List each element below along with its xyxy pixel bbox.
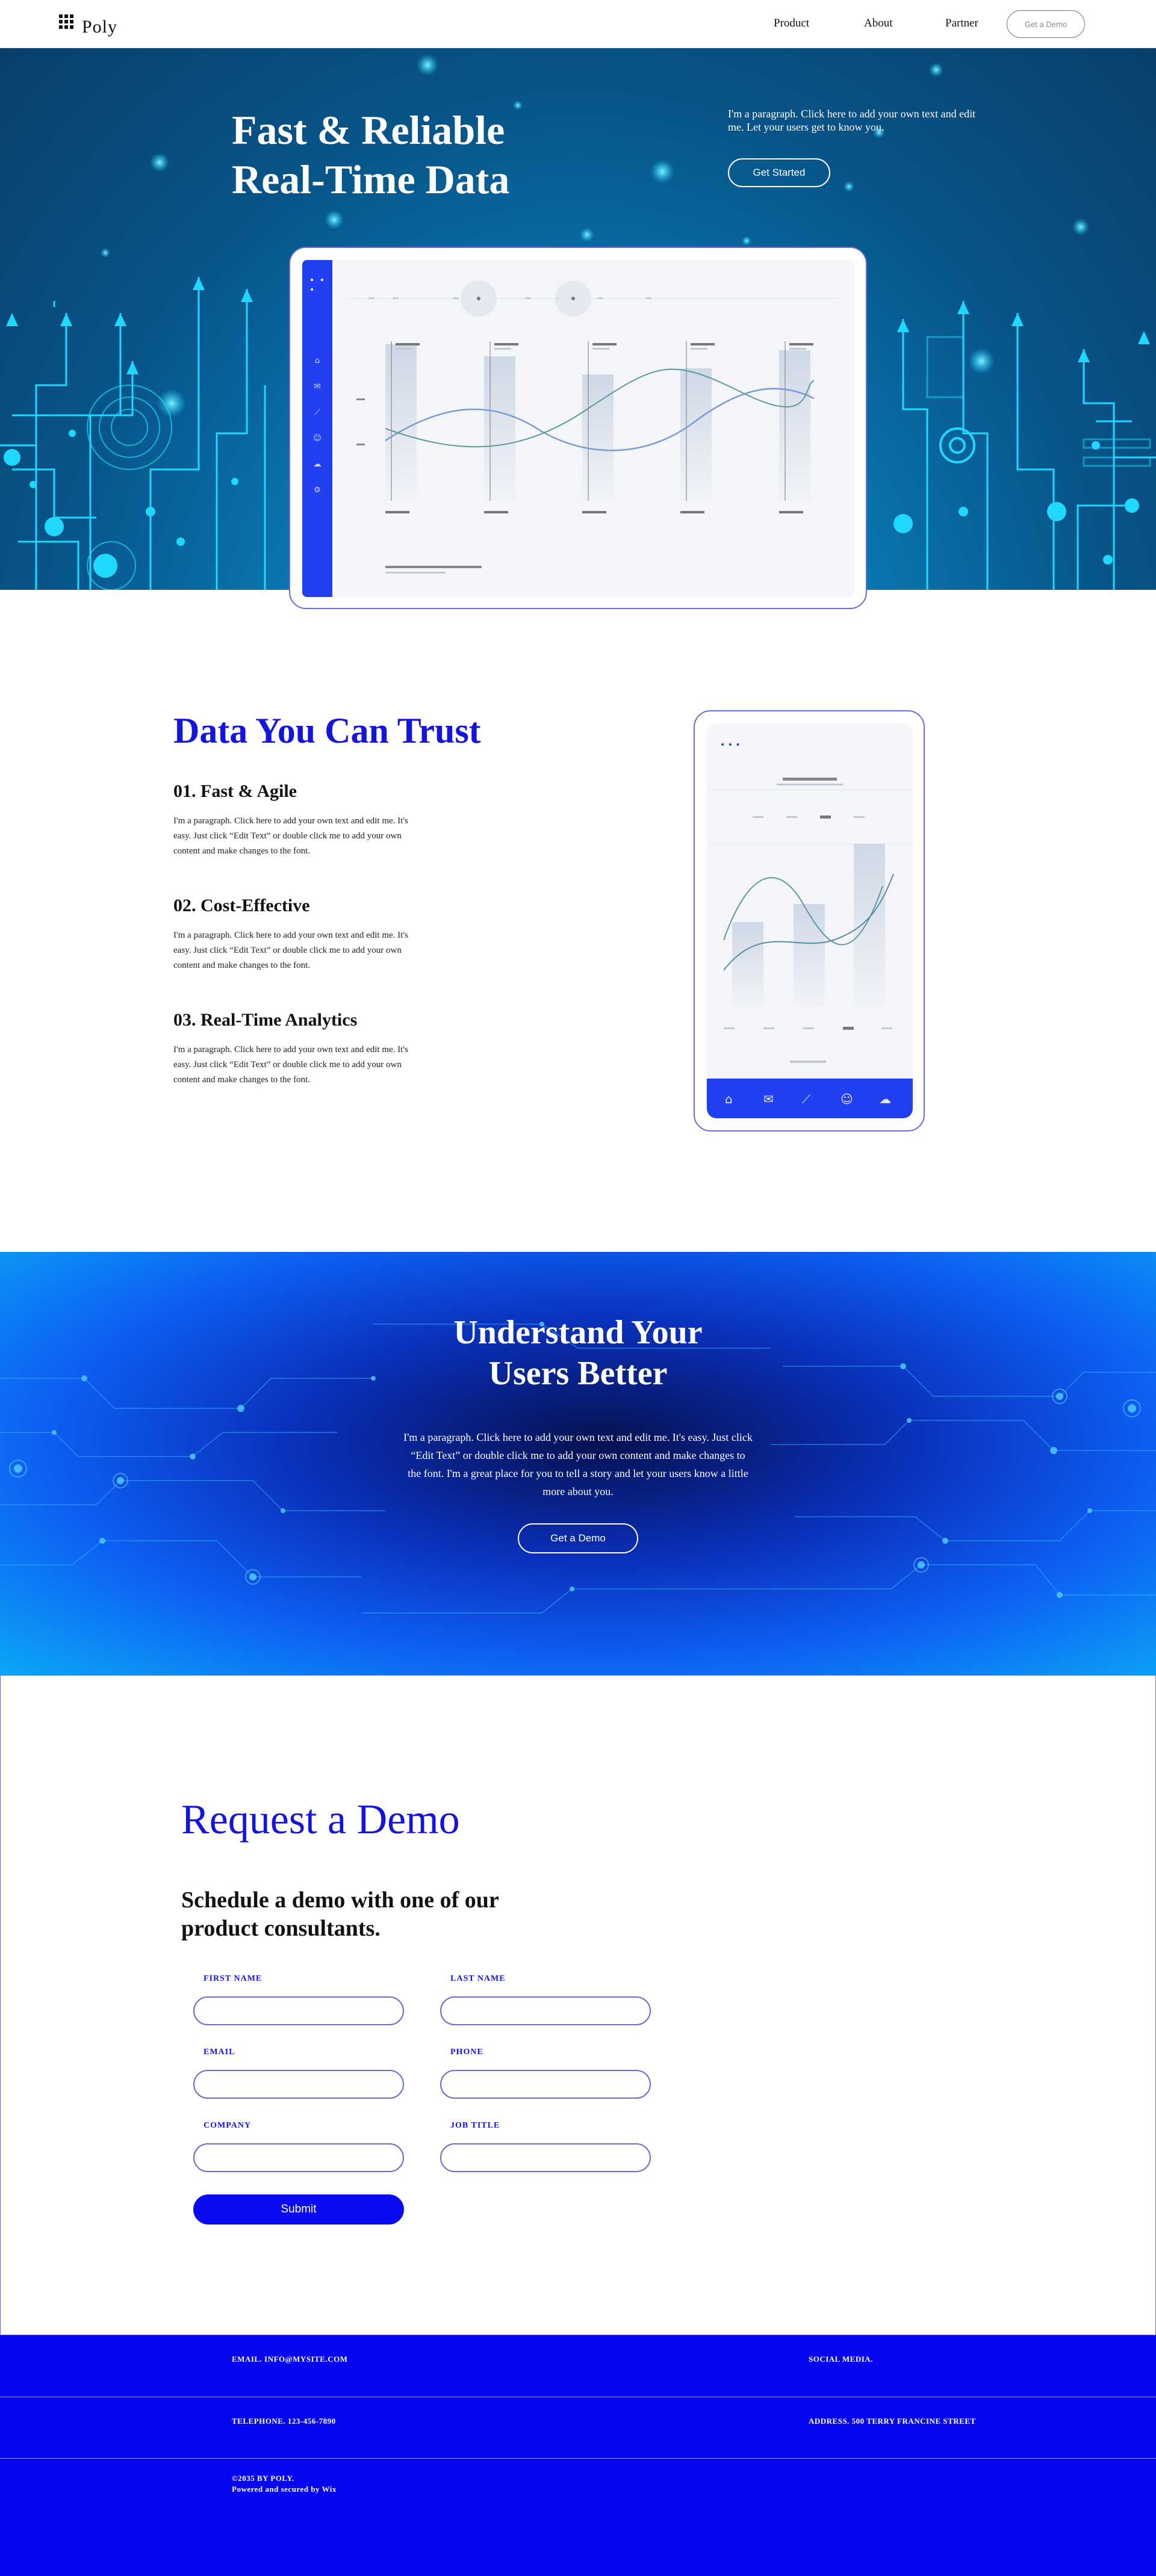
mail-icon: ✉ xyxy=(763,1092,774,1106)
home-icon: ⌂ xyxy=(314,356,320,365)
job-title-label: JOB TITLE xyxy=(450,2121,500,2130)
menu-dots-icon: • • • xyxy=(309,276,326,295)
phone-chart-illustration: • • • xyxy=(707,740,913,1063)
feature-text-3: I'm a paragraph. Click here to add your … xyxy=(173,1045,408,1085)
analytics-icon: ⟋ xyxy=(802,1092,810,1106)
user-icon: ☺ xyxy=(841,1092,853,1106)
cloud-icon: ☁ xyxy=(879,1092,891,1106)
get-demo-button[interactable]: Get a Demo xyxy=(518,1523,638,1553)
footer-copyright: ©2035 BY POLY. xyxy=(232,2474,294,2483)
user-icon: ☺ xyxy=(313,434,322,443)
dashboard-chart-area xyxy=(332,260,855,597)
footer-telephone: TELEPHONE. 123-456-7890 xyxy=(232,2417,336,2426)
grid-icon xyxy=(59,14,73,29)
feature-heading-3: 03. Real-Time Analytics xyxy=(173,1010,358,1030)
nav-about[interactable]: About xyxy=(864,17,893,30)
feature-text-1: I'm a paragraph. Click here to add your … xyxy=(173,816,408,856)
site-footer: EMAIL. INFO@MYSITE.COM SOCIAL MEDIA. TEL… xyxy=(0,2335,1156,2576)
cloud-icon: ☁ xyxy=(313,460,322,469)
logo-text: Poly xyxy=(82,17,118,37)
mail-icon: ✉ xyxy=(314,382,321,391)
feature-text-2: I'm a paragraph. Click here to add your … xyxy=(173,930,408,970)
nav-product[interactable]: Product xyxy=(774,17,809,30)
feature-heading-1: 01. Fast & Agile xyxy=(173,781,297,801)
phone-bottom-nav: ⌂ ✉ ⟋ ☺ ☁ xyxy=(707,1079,913,1118)
site-header: Poly Product About Partner Get a Demo xyxy=(0,0,1156,48)
last-name-label: LAST NAME xyxy=(450,1974,506,1983)
settings-icon: ⚙ xyxy=(314,486,321,495)
hero-title-line2: Real-Time Data xyxy=(232,156,510,202)
hero-title-line1: Fast & Reliable xyxy=(232,107,505,153)
nav-partner[interactable]: Partner xyxy=(945,17,978,30)
header-get-demo-button[interactable]: Get a Demo xyxy=(1007,10,1085,38)
get-started-button[interactable]: Get Started xyxy=(728,158,830,187)
footer-powered-by[interactable]: Powered and secured by Wix xyxy=(232,2485,337,2494)
dashboard-chart-illustration xyxy=(344,280,838,574)
footer-email[interactable]: EMAIL. INFO@MYSITE.COM xyxy=(232,2355,347,2364)
company-label: COMPANY xyxy=(204,2121,252,2130)
email-label: EMAIL xyxy=(204,2048,235,2057)
job-title-field[interactable] xyxy=(440,2143,651,2172)
email-field[interactable] xyxy=(193,2070,404,2099)
footer-divider xyxy=(0,2458,1156,2459)
dashboard-mockup: • • • ⌂ ✉ ⟋ ☺ ☁ ⚙ xyxy=(289,247,867,609)
phone-field[interactable] xyxy=(440,2070,651,2099)
submit-button[interactable]: Submit xyxy=(193,2194,404,2225)
phone-screen: • • • ⌂ ✉ ⟋ ☺ ☁ xyxy=(707,723,913,1118)
last-name-field[interactable] xyxy=(440,1996,651,2025)
dashboard-sidebar: • • • ⌂ ✉ ⟋ ☺ ☁ ⚙ xyxy=(302,260,332,597)
svg-text:• • •: • • • xyxy=(720,740,741,750)
feature-heading-2: 02. Cost-Effective xyxy=(173,896,310,915)
request-title: Request a Demo xyxy=(181,1797,460,1843)
understand-title: Understand Your Users Better xyxy=(0,1312,1156,1394)
hero-title: Fast & Reliable Real-Time Data xyxy=(232,105,509,204)
first-name-field[interactable] xyxy=(193,1996,404,2025)
home-icon: ⌂ xyxy=(725,1092,733,1106)
request-subtitle: Schedule a demo with one of our product … xyxy=(181,1887,499,1941)
understand-section: Understand Your Users Better I'm a parag… xyxy=(0,1252,1156,1675)
understand-title-line2: Users Better xyxy=(488,1355,668,1392)
understand-paragraph: I'm a paragraph. Click here to add your … xyxy=(403,1431,753,1497)
understand-title-line1: Understand Your xyxy=(453,1314,703,1351)
hero-paragraph: I'm a paragraph. Click here to add your … xyxy=(728,108,976,133)
phone-label: PHONE xyxy=(450,2048,483,2057)
company-field[interactable] xyxy=(193,2143,404,2172)
request-demo-section: Request a Demo Schedule a demo with one … xyxy=(0,1675,1156,2335)
trust-section-title: Data You Can Trust xyxy=(173,711,481,751)
first-name-label: FIRST NAME xyxy=(204,1974,263,1983)
analytics-icon: ⟋ xyxy=(314,408,320,417)
logo[interactable]: Poly xyxy=(59,13,117,37)
phone-mockup: • • • ⌂ ✉ ⟋ ☺ ☁ xyxy=(694,710,925,1132)
footer-address: ADDRESS. 500 TERRY FRANCINE STREET xyxy=(809,2417,976,2426)
footer-social-media: SOCIAL MEDIA. xyxy=(809,2355,873,2364)
